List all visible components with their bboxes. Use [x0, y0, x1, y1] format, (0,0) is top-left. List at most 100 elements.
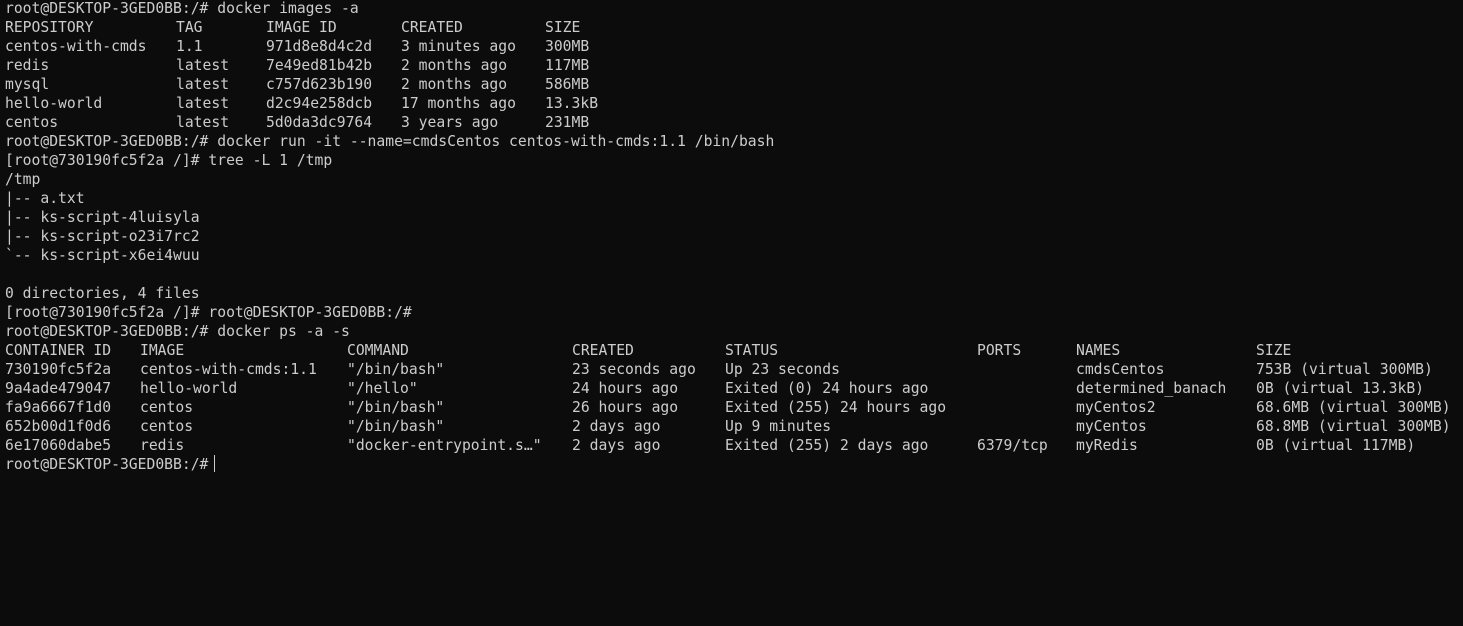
- status-cell: Up 23 seconds: [725, 361, 840, 378]
- image-cell: redis: [140, 437, 185, 454]
- ports-cell: 6379/tcp: [977, 437, 1048, 454]
- container-prompt: [root@730190fc5f2a /]#: [5, 304, 200, 321]
- tag-cell: 1.1: [176, 38, 203, 55]
- column-header-created: CREATED: [401, 19, 463, 36]
- output-line: `-- ks-script-x6ei4wuu: [5, 247, 200, 264]
- output-line: |-- ks-script-o23i7rc2: [5, 228, 200, 245]
- table-row: redis latest 7e49ed81b42b 2 months ago 1…: [5, 56, 1463, 75]
- output-line: 0 directories, 4 files: [5, 285, 200, 302]
- container-id-cell: 9a4ade479047: [5, 380, 112, 397]
- repository-cell: centos-with-cmds: [5, 38, 147, 55]
- size-cell: 0B (virtual 117MB): [1256, 437, 1416, 454]
- table-row: 652b00d1f0d6 centos "/bin/bash" 2 days a…: [5, 417, 1463, 436]
- output-line: /tmp: [5, 171, 41, 188]
- column-header-names: NAMES: [1076, 342, 1121, 359]
- table-row: fa9a6667f1d0 centos "/bin/bash" 26 hours…: [5, 398, 1463, 417]
- size-cell: 586MB: [545, 76, 590, 93]
- created-cell: 3 minutes ago: [401, 38, 516, 55]
- command-text: docker run -it --name=cmdsCentos centos-…: [217, 133, 775, 150]
- created-cell: 2 months ago: [401, 57, 508, 74]
- names-cell: myCentos2: [1076, 399, 1156, 416]
- repository-cell: centos: [5, 114, 59, 131]
- prompt-line: [root@730190fc5f2a /]# root@DESKTOP-3GED…: [5, 303, 1463, 322]
- column-header-ports: PORTS: [977, 342, 1022, 359]
- size-cell: 68.8MB (virtual 300MB): [1256, 418, 1451, 435]
- command-cell: "docker-entrypoint.s…": [347, 437, 542, 454]
- size-cell: 231MB: [545, 114, 590, 131]
- container-id-cell: 730190fc5f2a: [5, 361, 112, 378]
- status-cell: Exited (0) 24 hours ago: [725, 380, 929, 397]
- image-id-cell: 5d0da3dc9764: [266, 114, 373, 131]
- created-cell: 24 hours ago: [572, 380, 679, 397]
- output-line: |-- ks-script-4luisyla: [5, 209, 200, 226]
- image-cell: hello-world: [140, 380, 238, 397]
- container-id-cell: fa9a6667f1d0: [5, 399, 112, 416]
- table-row: centos-with-cmds 1.1 971d8e8d4c2d 3 minu…: [5, 37, 1463, 56]
- column-header-repository: REPOSITORY: [5, 19, 94, 36]
- created-cell: 23 seconds ago: [572, 361, 696, 378]
- names-cell: determined_banach: [1076, 380, 1227, 397]
- size-cell: 753B (virtual 300MB): [1256, 361, 1433, 378]
- column-header-tag: TAG: [176, 19, 203, 36]
- size-cell: 0B (virtual 13.3kB): [1256, 380, 1425, 397]
- images-header-row: REPOSITORY TAG IMAGE ID CREATED SIZE: [5, 18, 1463, 37]
- command-cell: "/bin/bash": [347, 399, 445, 416]
- command-text: tree -L 1 /tmp: [208, 152, 333, 169]
- terminal-window[interactable]: root@DESKTOP-3GED0BB:/# docker images -a…: [0, 0, 1463, 481]
- names-cell: myCentos: [1076, 418, 1147, 435]
- command-text: docker images -a: [217, 0, 359, 17]
- status-cell: Up 9 minutes: [725, 418, 832, 435]
- column-header-size: SIZE: [1256, 342, 1292, 359]
- command-text: docker ps -a -s: [217, 323, 350, 340]
- created-cell: 17 months ago: [401, 95, 516, 112]
- container-id-cell: 652b00d1f0d6: [5, 418, 112, 435]
- created-cell: 2 months ago: [401, 76, 508, 93]
- column-header-size: SIZE: [545, 19, 581, 36]
- prompt-line: [root@730190fc5f2a /]# tree -L 1 /tmp: [5, 151, 1463, 170]
- size-cell: 117MB: [545, 57, 590, 74]
- shell-prompt: root@DESKTOP-3GED0BB:/#: [5, 456, 209, 473]
- table-row: hello-world latest d2c94e258dcb 17 month…: [5, 94, 1463, 113]
- tag-cell: latest: [176, 95, 230, 112]
- column-header-container-id: CONTAINER ID: [5, 342, 112, 359]
- tag-cell: latest: [176, 76, 230, 93]
- prompt-line: root@DESKTOP-3GED0BB:/# docker run -it -…: [5, 132, 1463, 151]
- command-cell: "/bin/bash": [347, 418, 445, 435]
- command-cell: "/hello": [347, 380, 418, 397]
- size-cell: 68.6MB (virtual 300MB): [1256, 399, 1451, 416]
- created-cell: 26 hours ago: [572, 399, 679, 416]
- repository-cell: mysql: [5, 76, 50, 93]
- image-id-cell: d2c94e258dcb: [266, 95, 373, 112]
- table-row: 730190fc5f2a centos-with-cmds:1.1 "/bin/…: [5, 360, 1463, 379]
- tag-cell: latest: [176, 114, 230, 131]
- active-prompt-line[interactable]: root@DESKTOP-3GED0BB:/#: [5, 455, 1463, 474]
- table-row: centos latest 5d0da3dc9764 3 years ago 2…: [5, 113, 1463, 132]
- column-header-status: STATUS: [725, 342, 779, 359]
- table-row: mysql latest c757d623b190 2 months ago 5…: [5, 75, 1463, 94]
- container-id-cell: 6e17060dabe5: [5, 437, 112, 454]
- image-cell: centos: [140, 399, 194, 416]
- column-header-created: CREATED: [572, 342, 634, 359]
- prompt-line: root@DESKTOP-3GED0BB:/# docker images -a: [5, 0, 1463, 18]
- size-cell: 300MB: [545, 38, 590, 55]
- created-cell: 2 days ago: [572, 437, 661, 454]
- repository-cell: redis: [5, 57, 50, 74]
- image-cell: centos: [140, 418, 194, 435]
- host-prompt-echo: root@DESKTOP-3GED0BB:/#: [208, 304, 412, 321]
- shell-prompt: root@DESKTOP-3GED0BB:/#: [5, 0, 209, 17]
- table-row: 6e17060dabe5 redis "docker-entrypoint.s……: [5, 436, 1463, 455]
- prompt-line: root@DESKTOP-3GED0BB:/# docker ps -a -s: [5, 322, 1463, 341]
- repository-cell: hello-world: [5, 95, 103, 112]
- command-cell: "/bin/bash": [347, 361, 445, 378]
- column-header-image-id: IMAGE ID: [266, 19, 337, 36]
- image-id-cell: 971d8e8d4c2d: [266, 38, 373, 55]
- status-cell: Exited (255) 2 days ago: [725, 437, 929, 454]
- image-id-cell: c757d623b190: [266, 76, 373, 93]
- table-row: 9a4ade479047 hello-world "/hello" 24 hou…: [5, 379, 1463, 398]
- shell-prompt: root@DESKTOP-3GED0BB:/#: [5, 133, 209, 150]
- status-cell: Exited (255) 24 hours ago: [725, 399, 947, 416]
- column-header-command: COMMAND: [347, 342, 409, 359]
- column-header-image: IMAGE: [140, 342, 185, 359]
- names-cell: cmdsCentos: [1076, 361, 1165, 378]
